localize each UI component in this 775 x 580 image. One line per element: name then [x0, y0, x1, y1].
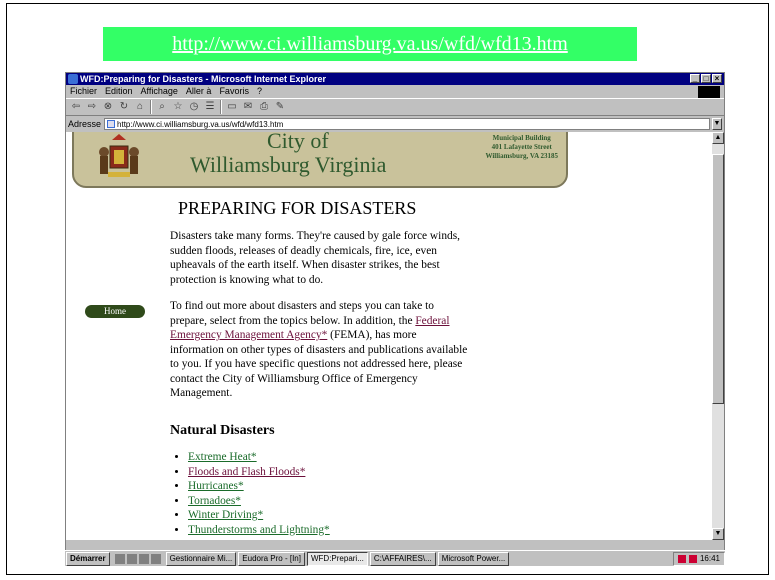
toolbar: ⇦ ⇨ ⊗ ↻ ⌂ ⌕ ☆ ◷ ☰ ▭ ✉ ⎙ ✎	[66, 98, 724, 116]
topic-link-extreme-heat[interactable]: Extreme Heat*	[188, 451, 257, 463]
address-line-1: Municipal Building	[492, 134, 551, 142]
scroll-thumb[interactable]	[712, 154, 724, 404]
quick-launch-icon[interactable]	[114, 553, 125, 564]
topic-link-hurricanes[interactable]: Hurricanes*	[188, 480, 244, 492]
list-item: Tornadoes*	[188, 494, 330, 509]
city-banner: City of Williamsburg Virginia Municipal …	[72, 132, 568, 188]
scroll-up-button[interactable]: ▲	[712, 132, 724, 144]
address-label: Adresse	[68, 119, 102, 129]
taskbar: Démarrer Gestionnaire Mi... Eudora Pro -…	[65, 550, 725, 566]
refresh-icon[interactable]: ↻	[118, 101, 130, 113]
menu-affichage[interactable]: Affichage	[141, 85, 178, 97]
topic-link-thunderstorms[interactable]: Thunderstorms and Lightning*	[188, 524, 330, 536]
start-button[interactable]: Démarrer	[66, 551, 110, 566]
search-icon[interactable]: ⌕	[156, 101, 168, 113]
menu-fichier[interactable]: Fichier	[70, 85, 97, 97]
toolbar-separator	[150, 100, 152, 114]
topic-list: Extreme Heat* Floods and Flash Floods* H…	[188, 450, 330, 537]
forward-icon[interactable]: ⇨	[86, 101, 98, 113]
menu-favoris[interactable]: Favoris	[219, 85, 249, 97]
menu-bar: Fichier Edition Affichage Aller à Favori…	[66, 85, 724, 97]
task-eudora[interactable]: Eudora Pro - [In]	[238, 551, 305, 566]
list-item: Thunderstorms and Lightning*	[188, 523, 330, 538]
clock[interactable]: 16:41	[700, 553, 720, 565]
fullscreen-icon[interactable]: ▭	[226, 101, 238, 113]
close-button[interactable]: ×	[712, 74, 722, 83]
window-title: WFD:Preparing for Disasters - Microsoft …	[80, 74, 327, 84]
natural-disasters-heading: Natural Disasters	[170, 423, 275, 438]
list-item: Extreme Heat*	[188, 450, 330, 465]
home-button[interactable]: Home	[85, 305, 145, 318]
city-title-line2: Williamsburg Virginia	[190, 152, 387, 177]
task-affaires-folder[interactable]: C:\AFFAIRES\...	[369, 551, 436, 566]
mail-icon[interactable]: ✉	[242, 101, 254, 113]
url-banner[interactable]: http://www.ci.williamsburg.va.us/wfd/wfd…	[103, 27, 637, 61]
stop-icon[interactable]: ⊗	[102, 101, 114, 113]
scroll-down-button[interactable]: ▼	[712, 528, 724, 540]
city-seal-icon	[99, 134, 139, 177]
municipal-address: Municipal Building 401 Lafayette Street …	[485, 134, 558, 161]
address-bar: Adresse http://www.ci.williamsburg.va.us…	[66, 117, 724, 131]
address-line-2: 401 Lafayette Street	[491, 143, 552, 151]
history-icon[interactable]: ◷	[188, 101, 200, 113]
quick-launch	[112, 553, 164, 564]
ie-throbber-icon	[698, 86, 720, 98]
task-wfd-browser[interactable]: WFD:Prepari...	[306, 551, 368, 566]
page-title: PREPARING FOR DISASTERS	[178, 198, 417, 218]
system-tray: 16:41	[672, 551, 725, 566]
tray-icon[interactable]	[677, 554, 686, 563]
menu-aller[interactable]: Aller à	[186, 85, 212, 97]
menu-help[interactable]: ?	[257, 85, 262, 97]
tray-icon[interactable]	[688, 554, 697, 563]
edit-icon[interactable]: ✎	[274, 101, 286, 113]
task-gestionnaire[interactable]: Gestionnaire Mi...	[165, 551, 237, 566]
quick-launch-icon[interactable]	[138, 553, 149, 564]
task-powerpoint[interactable]: Microsoft Power...	[437, 551, 510, 566]
city-title-line1: City of	[267, 132, 329, 153]
title-bar[interactable]: WFD:Preparing for Disasters - Microsoft …	[66, 73, 724, 85]
vertical-scrollbar[interactable]: ▲ ▼	[712, 132, 724, 540]
page-viewport: City of Williamsburg Virginia Municipal …	[66, 132, 714, 540]
address-input[interactable]: http://www.ci.williamsburg.va.us/wfd/wfd…	[104, 118, 710, 130]
channels-icon[interactable]: ☰	[204, 101, 216, 113]
list-item: Winter Driving*	[188, 508, 330, 523]
home-icon[interactable]: ⌂	[134, 101, 146, 113]
page-icon	[107, 120, 116, 128]
intro-paragraph: Disasters take many forms. They're cause…	[170, 230, 460, 286]
address-value: http://www.ci.williamsburg.va.us/wfd/wfd…	[117, 120, 284, 129]
minimize-button[interactable]: _	[690, 74, 700, 83]
back-icon[interactable]: ⇦	[70, 101, 82, 113]
list-item: Hurricanes*	[188, 479, 330, 494]
address-line-3: Williamsburg, VA 23185	[485, 152, 558, 160]
print-icon[interactable]: ⎙	[258, 101, 270, 113]
fema-paragraph: To find out more about disasters and ste…	[170, 299, 470, 401]
favorites-icon[interactable]: ☆	[172, 101, 184, 113]
toolbar-separator	[220, 100, 222, 114]
maximize-button[interactable]: □	[701, 74, 711, 83]
address-dropdown-button[interactable]: ▼	[712, 118, 722, 130]
topic-link-floods[interactable]: Floods and Flash Floods*	[188, 466, 305, 478]
quick-launch-icon[interactable]	[126, 553, 137, 564]
fema-text-before: To find out more about disasters and ste…	[170, 300, 434, 327]
browser-window: WFD:Preparing for Disasters - Microsoft …	[65, 72, 725, 564]
ie-icon	[68, 74, 78, 84]
list-item: Floods and Flash Floods*	[188, 465, 330, 480]
topic-link-winter-driving[interactable]: Winter Driving*	[188, 509, 263, 521]
quick-launch-icon[interactable]	[150, 553, 161, 564]
topic-link-tornadoes[interactable]: Tornadoes*	[188, 495, 241, 507]
menu-edition[interactable]: Edition	[105, 85, 133, 97]
